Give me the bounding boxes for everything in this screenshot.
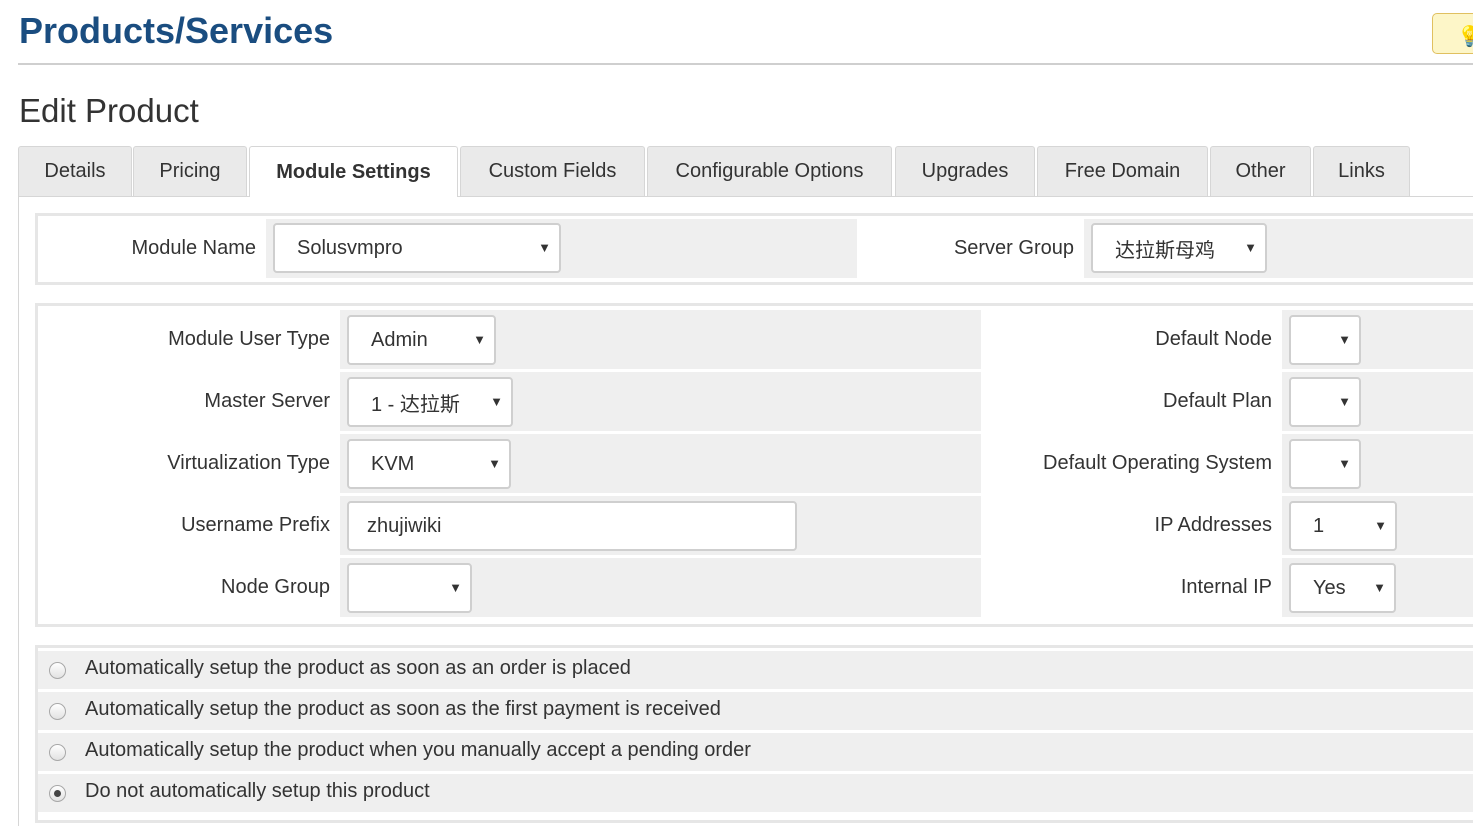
setup-option-radio[interactable]	[49, 744, 66, 761]
setup-option-label: Do not automatically setup this product	[85, 780, 430, 802]
chevron-down-icon: ▼	[1338, 332, 1351, 347]
title-divider	[18, 63, 1473, 65]
tab-configurable-options[interactable]: Configurable Options	[647, 146, 892, 196]
setup-option-radio[interactable]	[49, 662, 66, 679]
setup-option-label: Automatically setup the product as soon …	[85, 698, 721, 720]
virtualization-type-value: KVM	[371, 452, 415, 475]
lightbulb-icon: 💡	[1457, 26, 1473, 48]
chevron-down-icon: ▼	[449, 580, 462, 595]
default-plan-label: Default Plan	[981, 372, 1282, 431]
setup-option-row[interactable]: Automatically setup the product as soon …	[38, 651, 1473, 689]
ip-addresses-label: IP Addresses	[981, 496, 1282, 555]
default-os-label: Default Operating System	[981, 434, 1282, 493]
chevron-down-icon: ▼	[473, 332, 486, 347]
default-os-select[interactable]: ▼	[1289, 439, 1361, 489]
tab-links[interactable]: Links	[1313, 146, 1410, 196]
hint-button[interactable]: 💡	[1432, 13, 1473, 54]
page-title: Products/Services	[19, 10, 334, 51]
default-plan-select[interactable]: ▼	[1289, 377, 1361, 427]
setup-option-row[interactable]: Do not automatically setup this product	[38, 774, 1473, 812]
server-group-value: 达拉斯母鸡	[1115, 239, 1215, 262]
tab-custom-fields[interactable]: Custom Fields	[460, 146, 645, 196]
tab-pricing[interactable]: Pricing	[133, 146, 247, 196]
module-name-value: Solusvmpro	[297, 236, 403, 259]
master-server-value: 1 - 达拉斯	[371, 393, 460, 416]
ip-addresses-value: 1	[1313, 514, 1325, 537]
setup-option-radio-selected[interactable]	[49, 785, 66, 802]
ip-addresses-select[interactable]: 1 ▼	[1289, 501, 1397, 551]
chevron-down-icon: ▼	[488, 456, 501, 471]
setup-option-row[interactable]: Automatically setup the product as soon …	[38, 692, 1473, 730]
master-server-label: Master Server	[41, 372, 340, 431]
module-name-select[interactable]: Solusvmpro ▼	[273, 223, 561, 273]
module-user-type-label: Module User Type	[41, 310, 340, 369]
server-group-select[interactable]: 达拉斯母鸡 ▼	[1091, 223, 1267, 273]
tab-details[interactable]: Details	[18, 146, 132, 196]
master-server-select[interactable]: 1 - 达拉斯 ▼	[347, 377, 513, 427]
section-title: Edit Product	[19, 92, 199, 129]
username-prefix-input[interactable]: zhujiwiki	[347, 501, 797, 551]
username-prefix-label: Username Prefix	[41, 496, 340, 555]
setup-option-radio[interactable]	[49, 703, 66, 720]
tab-free-domain[interactable]: Free Domain	[1037, 146, 1208, 196]
chevron-down-icon: ▼	[490, 394, 503, 409]
internal-ip-label: Internal IP	[981, 558, 1282, 617]
chevron-down-icon: ▼	[1338, 394, 1351, 409]
setup-option-label: Automatically setup the product when you…	[85, 739, 751, 761]
node-group-select[interactable]: ▼	[347, 563, 472, 613]
chevron-down-icon: ▼	[1244, 240, 1257, 255]
default-node-label: Default Node	[981, 310, 1282, 369]
server-group-label: Server Group	[857, 219, 1084, 278]
chevron-down-icon: ▼	[1373, 580, 1386, 595]
internal-ip-select[interactable]: Yes ▼	[1289, 563, 1396, 613]
virtualization-type-label: Virtualization Type	[41, 434, 340, 493]
module-name-label: Module Name	[41, 219, 266, 278]
setup-option-label: Automatically setup the product as soon …	[85, 657, 631, 679]
tab-other[interactable]: Other	[1210, 146, 1311, 196]
chevron-down-icon: ▼	[1374, 518, 1387, 533]
tab-upgrades[interactable]: Upgrades	[895, 146, 1035, 196]
setup-option-row[interactable]: Automatically setup the product when you…	[38, 733, 1473, 771]
chevron-down-icon: ▼	[538, 240, 551, 255]
internal-ip-value: Yes	[1313, 576, 1346, 599]
tab-module-settings[interactable]: Module Settings	[249, 146, 458, 197]
chevron-down-icon: ▼	[1338, 456, 1351, 471]
default-node-select[interactable]: ▼	[1289, 315, 1361, 365]
module-user-type-select[interactable]: Admin ▼	[347, 315, 496, 365]
virtualization-type-select[interactable]: KVM ▼	[347, 439, 511, 489]
module-user-type-value: Admin	[371, 328, 428, 351]
node-group-label: Node Group	[41, 558, 340, 617]
